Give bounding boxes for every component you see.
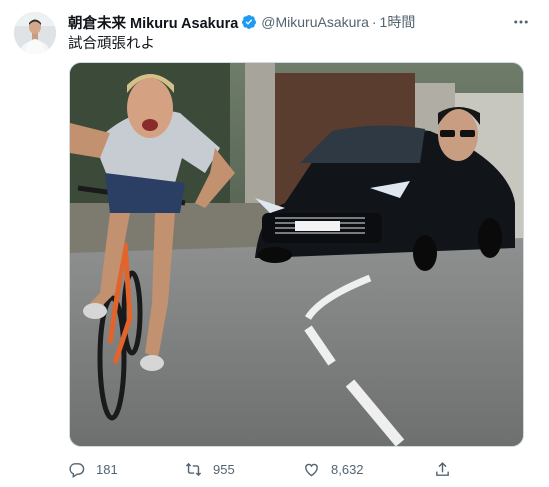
reply-icon: [69, 462, 85, 478]
tweet-media-photo[interactable]: [69, 62, 524, 447]
reply-count: 181: [96, 461, 118, 477]
tweet-header: 朝倉未来 Mikuru Asakura @MikuruAsakura · 1時間: [68, 12, 416, 33]
share-icon: [436, 461, 449, 476]
retweet-button[interactable]: 955: [185, 460, 235, 478]
more-options-button[interactable]: [511, 12, 531, 32]
like-count: 8,632: [331, 461, 364, 477]
tweet-text: 試合頑張れよ: [68, 36, 155, 52]
author-display-name[interactable]: 朝倉未来 Mikuru Asakura: [68, 12, 238, 33]
author-avatar[interactable]: [14, 12, 56, 54]
reply-button[interactable]: 181: [68, 460, 118, 478]
tweet-actions: 181 955 8,632: [68, 460, 468, 478]
photo-cyclist-followed-by-car-icon: [70, 63, 523, 446]
more-dots-icon: [514, 20, 528, 24]
tweet-timestamp[interactable]: 1時間: [380, 12, 416, 32]
retweet-icon: [185, 462, 202, 476]
user-avatar-icon: [14, 12, 56, 54]
heart-icon: [305, 463, 318, 476]
tweet-card[interactable]: 朝倉未来 Mikuru Asakura @MikuruAsakura · 1時間…: [0, 0, 549, 487]
separator-dot: ·: [371, 14, 377, 30]
like-button[interactable]: 8,632: [303, 460, 364, 478]
verified-badge-icon: [241, 14, 257, 30]
retweet-count: 955: [213, 461, 235, 477]
share-button[interactable]: [434, 460, 451, 478]
author-handle[interactable]: @MikuruAsakura: [261, 14, 369, 30]
